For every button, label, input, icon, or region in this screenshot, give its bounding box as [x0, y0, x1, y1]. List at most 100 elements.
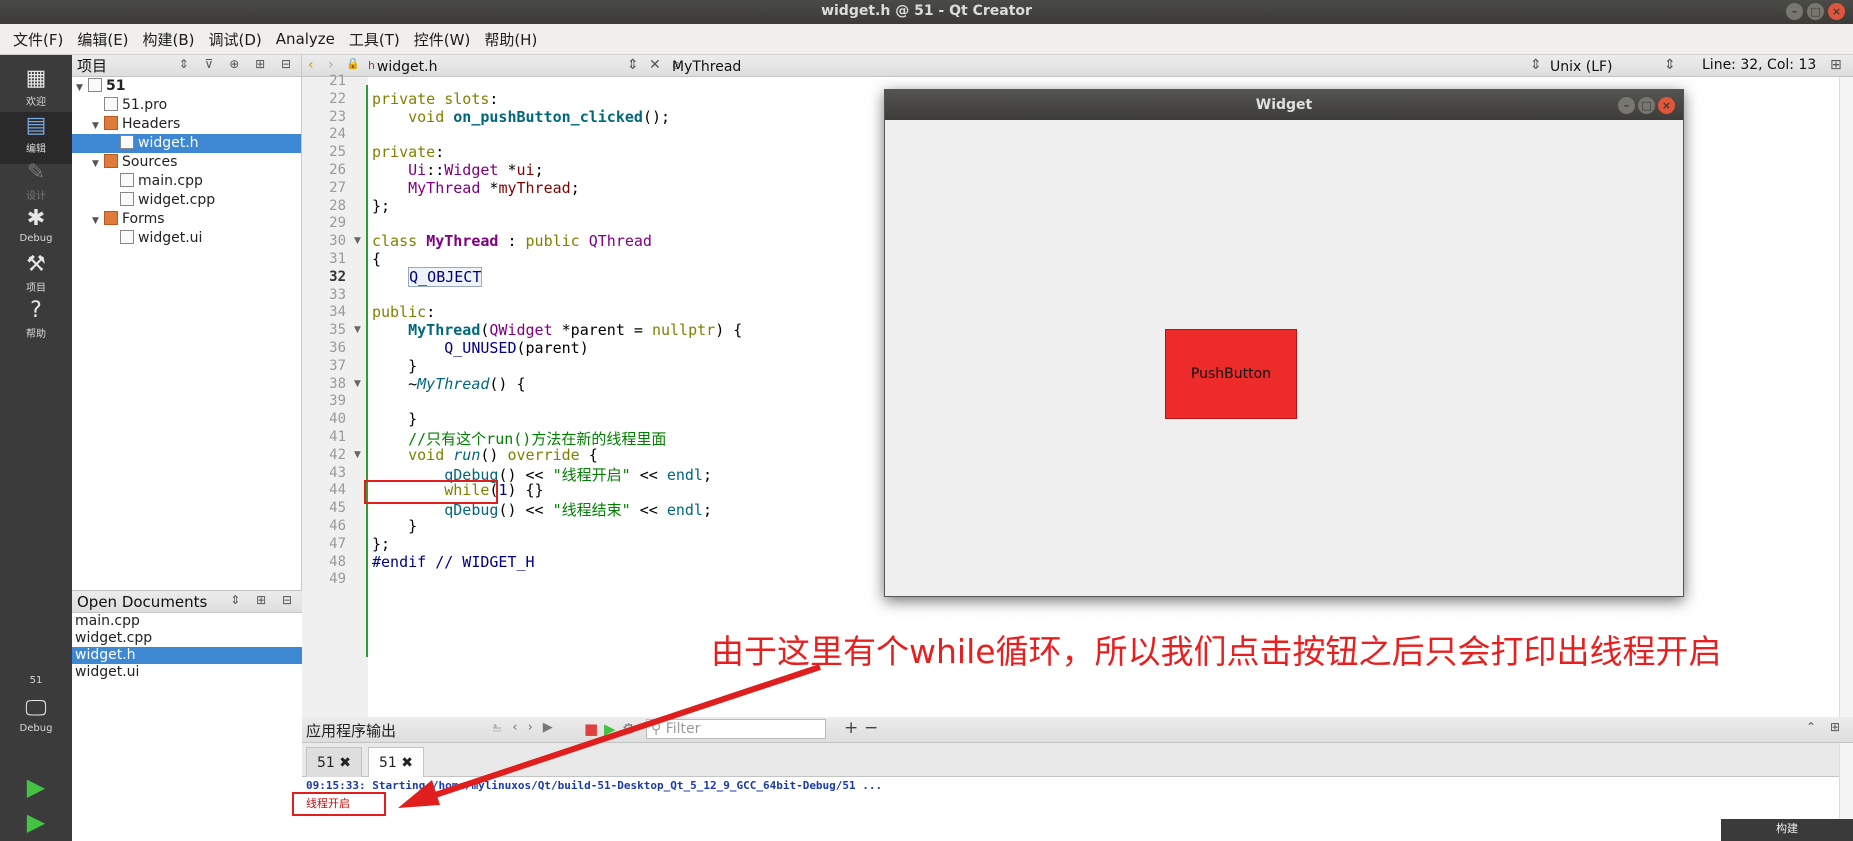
- widget-window-title: Widget: [1255, 97, 1313, 113]
- mode-wrench[interactable]: ⚒ 项目: [0, 251, 72, 303]
- output-tab-2[interactable]: 51 ✖: [368, 747, 424, 777]
- menu-item-3[interactable]: 调试(D): [202, 29, 269, 50]
- minimize-button[interactable]: –: [1786, 3, 1803, 20]
- back-icon[interactable]: ‹: [308, 57, 314, 73]
- mode-grid[interactable]: ▦ 欢迎: [0, 65, 72, 117]
- line-number: 22: [329, 90, 346, 107]
- widget-maximize-button[interactable]: □: [1638, 97, 1655, 114]
- maximize-button[interactable]: □: [1807, 3, 1824, 20]
- push-button[interactable]: PushButton: [1165, 329, 1297, 419]
- kit-name: 51: [29, 675, 43, 686]
- mode-edit[interactable]: ▤ 编辑: [0, 112, 72, 164]
- tree-item[interactable]: widget.h: [72, 134, 301, 153]
- build-progress-tag[interactable]: 构建: [1721, 819, 1853, 841]
- fold-marker-icon[interactable]: ▼: [354, 236, 361, 246]
- file-dropdown-icon[interactable]: ⇕: [627, 57, 639, 73]
- line-number: 30: [329, 233, 346, 250]
- log-line-start: 09:15:33: Starting /home/mylinuxos/Qt/bu…: [306, 779, 883, 792]
- kit-selector[interactable]: 🖵 Debug: [0, 695, 72, 745]
- forward-icon[interactable]: ›: [328, 57, 334, 73]
- mode-pencil[interactable]: ✎ 设计: [0, 159, 72, 211]
- mode-help[interactable]: ? 帮助: [0, 297, 72, 349]
- widget-close-button[interactable]: ×: [1658, 97, 1675, 114]
- output-title: 应用程序输出: [306, 722, 397, 740]
- pane-tools[interactable]: ⇕ ⊽ ⊕ ⊞ ⊟: [179, 57, 297, 71]
- code-line: };: [372, 534, 391, 553]
- menu-item-6[interactable]: 控件(W): [407, 29, 478, 50]
- menu-item-2[interactable]: 构建(B): [136, 29, 202, 50]
- menu-item-7[interactable]: 帮助(H): [477, 29, 544, 50]
- maximize-pane-icon[interactable]: ⌃: [1806, 720, 1816, 734]
- tree-item-label: Headers: [122, 116, 181, 132]
- line-ending-dropdown-icon[interactable]: ⇕: [1664, 57, 1676, 73]
- mode-bug[interactable]: ✱ Debug: [0, 205, 72, 257]
- zoom-out-icon[interactable]: −: [864, 718, 878, 738]
- line-number: 37: [329, 357, 346, 374]
- split-icon[interactable]: ⊞: [1830, 57, 1842, 73]
- cpp-file-icon: [120, 173, 134, 187]
- menu-item-4[interactable]: Analyze: [269, 30, 342, 48]
- tree-item[interactable]: ▼ Headers: [72, 115, 301, 134]
- open-document-item[interactable]: widget.h: [72, 647, 302, 664]
- line-number: 33: [329, 286, 346, 303]
- zoom-in-icon[interactable]: +: [844, 718, 858, 738]
- line-number: 47: [329, 535, 346, 552]
- menu-item-5[interactable]: 工具(T): [342, 29, 407, 50]
- pane-split-icon[interactable]: ⊞: [1830, 720, 1840, 734]
- menu-item-1[interactable]: 编辑(E): [70, 29, 135, 50]
- open-document-item[interactable]: widget.cpp: [72, 630, 302, 647]
- debug-run-button[interactable]: ▶: [24, 810, 48, 834]
- pro-file-icon: [104, 97, 118, 111]
- tree-item[interactable]: main.cpp: [72, 172, 301, 191]
- output-controls[interactable]: ⎁‹›▶: [492, 720, 563, 735]
- code-line: }: [372, 517, 418, 535]
- output-highlight-box: [292, 792, 386, 816]
- menu-item-0[interactable]: 文件(F): [6, 29, 70, 50]
- tree-item[interactable]: ▼ Sources: [72, 153, 301, 172]
- stop-icon[interactable]: ■: [584, 720, 598, 738]
- help-icon: ?: [30, 298, 42, 323]
- code-line: {: [372, 250, 382, 268]
- output-header: 应用程序输出 ⎁‹›▶ ■ ▶ ⚙ ⚲ Filter + − ⌃ ⊞: [302, 717, 1853, 743]
- mode-selector: ▦ 欢迎 ▤ 编辑 ✎ 设计 ✱ Debug ⚒ 项目? 帮助 51 🖵 Debug ▶ ▶: [0, 55, 72, 841]
- tree-item-label: 51: [106, 78, 126, 94]
- output-tab-1[interactable]: 51 ✖: [306, 747, 362, 777]
- project-icon: [88, 78, 102, 92]
- line-number: 44: [329, 482, 346, 499]
- code-line: Ui::Widget *ui;: [408, 161, 544, 179]
- line-number: 40: [329, 411, 346, 428]
- rerun-icon[interactable]: ▶: [604, 720, 616, 738]
- close-button[interactable]: ×: [1828, 3, 1845, 20]
- editor-scrollbar[interactable]: [1839, 77, 1853, 717]
- file-selector[interactable]: h widget.h: [368, 57, 437, 75]
- fold-marker-icon[interactable]: ▼: [354, 450, 361, 460]
- mode-label: 帮助: [26, 329, 46, 340]
- tree-item-label: main.cpp: [138, 173, 203, 189]
- tree-item[interactable]: 51.pro: [72, 96, 301, 115]
- mode-label: 编辑: [26, 144, 46, 155]
- open-document-item[interactable]: widget.ui: [72, 664, 302, 681]
- output-tabs: 51 ✖ 51 ✖: [302, 743, 1853, 777]
- filter-input[interactable]: ⚲ Filter: [646, 719, 826, 739]
- tree-item[interactable]: ▼ Forms: [72, 210, 301, 229]
- fold-marker-icon[interactable]: ▼: [354, 325, 361, 335]
- tree-item[interactable]: widget.ui: [72, 229, 301, 248]
- open-docs-tools[interactable]: ⇕ ⊞ ⊟: [230, 593, 298, 607]
- tree-item[interactable]: widget.cpp: [72, 191, 301, 210]
- symbol-dropdown-icon[interactable]: ⇕: [1530, 57, 1542, 73]
- mode-label: Debug: [19, 233, 53, 244]
- play-icon: ▶: [26, 773, 46, 801]
- run-button[interactable]: ▶: [24, 775, 48, 799]
- close-document-icon[interactable]: ✕: [649, 57, 661, 73]
- open-document-item[interactable]: main.cpp: [72, 613, 302, 630]
- code-line: Q_OBJECT: [408, 266, 483, 287]
- mode-label: 设计: [26, 191, 46, 202]
- widget-window-controls: – □ ×: [1618, 97, 1675, 114]
- tree-item[interactable]: ▼ 51: [72, 77, 301, 96]
- line-number-gutter: 21 22 23 24 25 26 27 28 29 30 ▼ 31 32 33 34 35 ▼ 36 37 38 ▼ 3…: [302, 73, 368, 717]
- settings-icon[interactable]: ⚙: [622, 720, 635, 738]
- widget-minimize-button[interactable]: –: [1618, 97, 1635, 114]
- fold-marker-icon[interactable]: ▼: [354, 379, 361, 389]
- editor-toolbar: ‹ › 🔒 h widget.h ⇕ ✕ ⊘ MyThread ⇕ Unix (…: [302, 55, 1853, 77]
- cursor-position[interactable]: Line: 32, Col: 13: [1702, 57, 1816, 73]
